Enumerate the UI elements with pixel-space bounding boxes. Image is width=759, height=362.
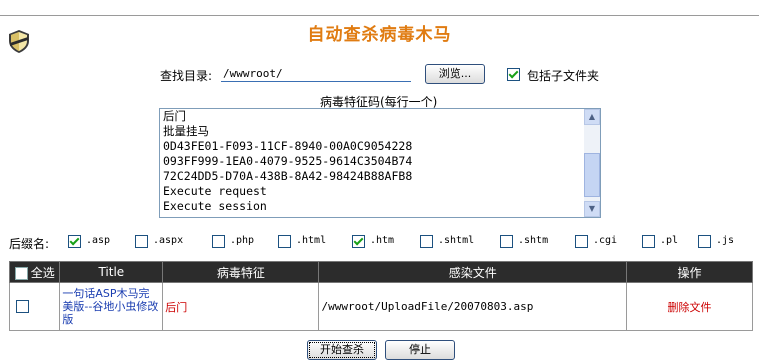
header-signature: 病毒特征: [162, 261, 320, 283]
stop-button[interactable]: 停止: [385, 340, 455, 360]
header-file: 感染文件: [318, 261, 627, 283]
ext-checkbox-aspx[interactable]: [135, 235, 148, 248]
signature-line: Execute session: [163, 199, 267, 213]
include-subfolders-label: 包括子文件夹: [527, 69, 600, 83]
scroll-down-icon[interactable]: ▼: [584, 201, 600, 217]
ext-label: .html: [296, 235, 327, 246]
scroll-up-icon[interactable]: ▲: [584, 109, 600, 125]
ext-label: .htm: [370, 235, 395, 246]
row-signature: 后门: [162, 282, 320, 331]
header-title: Title: [59, 261, 164, 283]
signature-scrollbar[interactable]: ▲ ▼: [584, 109, 600, 217]
browse-button[interactable]: 浏览...: [425, 64, 485, 84]
ext-checkbox-htm[interactable]: [352, 235, 365, 248]
page-title: 自动查杀病毒木马: [307, 25, 452, 45]
ext-checkbox-asp[interactable]: [68, 235, 81, 248]
results-table: 全选 Title 病毒特征 感染文件 操作 一句话ASP木马完美版--谷地小虫修…: [8, 261, 754, 331]
header-action: 操作: [625, 261, 754, 283]
row-title-link[interactable]: 一句话ASP木马完美版--谷地小虫修改版: [59, 282, 164, 331]
ext-checkbox-php[interactable]: [212, 235, 225, 248]
ext-label: .pl: [660, 235, 679, 246]
delete-file-link[interactable]: 删除文件: [625, 282, 754, 331]
header-select-all[interactable]: 全选: [8, 261, 61, 283]
row-checkbox[interactable]: [16, 300, 29, 314]
ext-checkbox-pl[interactable]: [642, 235, 655, 248]
top-divider: [0, 15, 759, 16]
extensions-label: 后缀名:: [9, 237, 50, 251]
start-scan-button[interactable]: 开始查杀: [307, 340, 377, 360]
ext-checkbox-shtm[interactable]: [500, 235, 513, 248]
signature-line: 0D43FE01-F093-11CF-8940-00A0C9054228: [163, 139, 413, 153]
ext-label: .js: [716, 235, 735, 246]
select-all-checkbox[interactable]: [14, 266, 28, 280]
ext-checkbox-cgi[interactable]: [575, 235, 588, 248]
ext-label: .shtm: [518, 235, 549, 246]
include-subfolders-checkbox[interactable]: [507, 68, 520, 81]
search-dir-input[interactable]: [221, 65, 411, 82]
table-header-row: 全选 Title 病毒特征 感染文件 操作: [8, 261, 754, 283]
signature-line: 72C24DD5-D70A-438B-8A42-98424B88AFB8: [163, 169, 413, 183]
ext-label: .shtml: [438, 235, 475, 246]
signature-line: 093FF999-1EA0-4079-9525-9614C3504B74: [163, 154, 413, 168]
table-row: 一句话ASP木马完美版--谷地小虫修改版 后门 /wwwroot/UploadF…: [8, 282, 754, 331]
signature-line: Execute request: [163, 184, 267, 198]
row-file-path: /wwwroot/UploadFile/20070803.asp: [318, 282, 627, 331]
ext-checkbox-html[interactable]: [278, 235, 291, 248]
scroll-thumb[interactable]: [584, 153, 600, 197]
ext-label: .aspx: [153, 235, 184, 246]
ext-checkbox-js[interactable]: [698, 235, 711, 248]
signature-line: 批量挂马: [163, 124, 209, 138]
signature-textarea[interactable]: 后门 批量挂马 0D43FE01-F093-11CF-8940-00A0C90542…: [159, 108, 601, 218]
ext-label: .asp: [86, 235, 111, 246]
ext-label: .cgi: [593, 235, 618, 246]
search-dir-label: 查找目录:: [160, 69, 213, 83]
signature-line: 后门: [163, 109, 186, 123]
ext-checkbox-shtml[interactable]: [420, 235, 433, 248]
signature-lines: 后门 批量挂马 0D43FE01-F093-11CF-8940-00A0C90542…: [163, 109, 582, 214]
ext-label: .php: [230, 235, 255, 246]
row-checkbox-cell: [8, 282, 61, 331]
